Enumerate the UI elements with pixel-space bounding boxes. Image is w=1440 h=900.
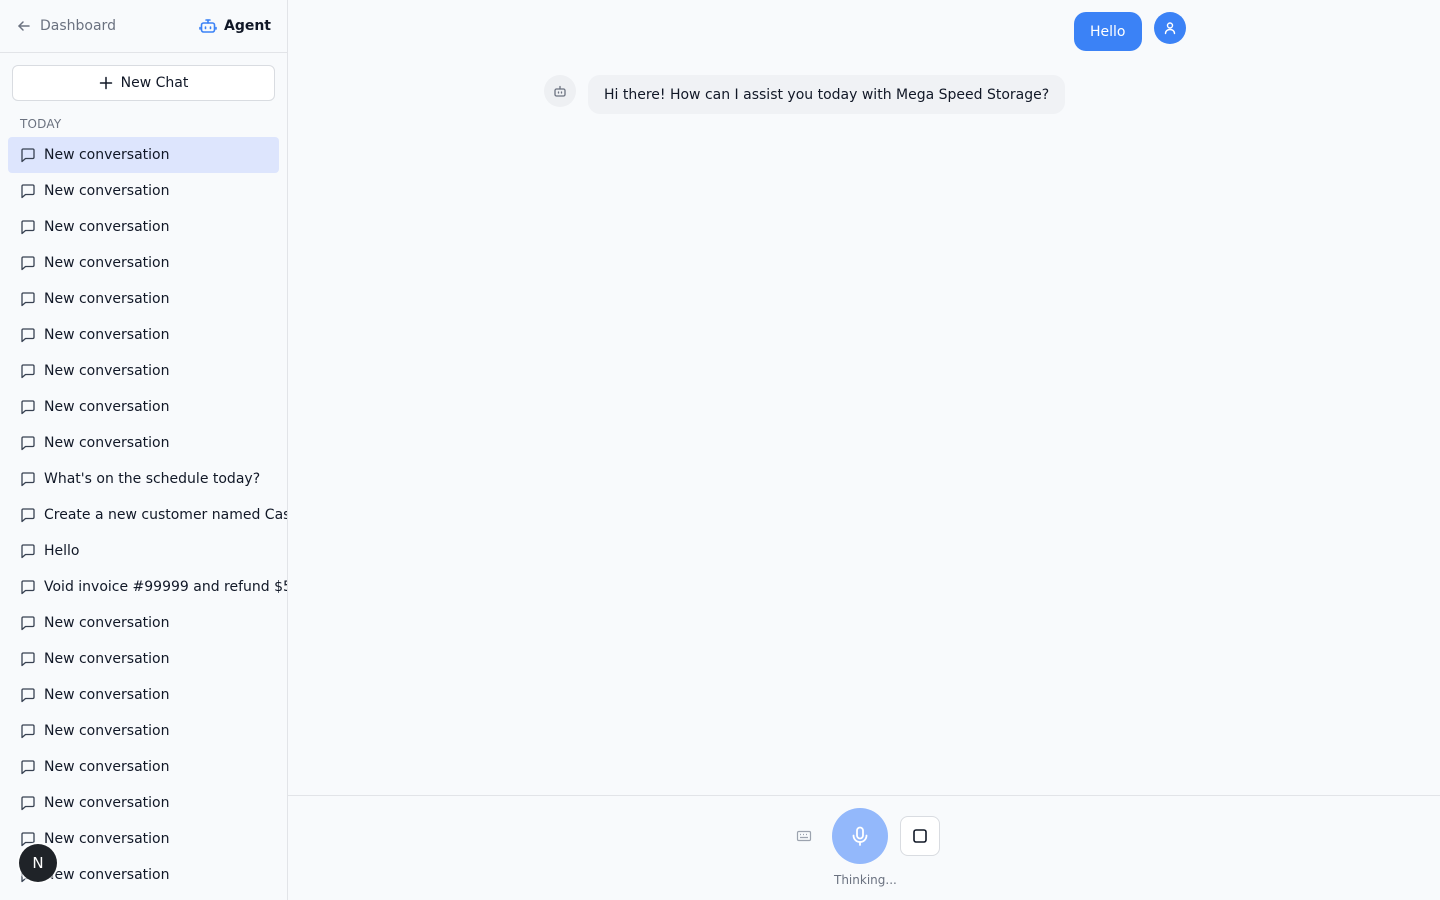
bot-icon: [199, 19, 217, 33]
conversation-label: New conversation: [44, 291, 170, 307]
voice-controls: [788, 808, 940, 864]
conversation-label: New conversation: [44, 615, 170, 631]
conversation-label: What's on the schedule today?: [44, 471, 261, 487]
back-link-label: Dashboard: [40, 18, 116, 34]
sidebar-conversation-item[interactable]: New conversation: [8, 173, 287, 209]
sidebar-conversation-item[interactable]: New conversation: [8, 749, 287, 785]
message-square-icon: [20, 615, 36, 631]
message-square-icon: [20, 183, 36, 199]
message-square-icon: [20, 579, 36, 595]
app-title-label: Agent: [223, 18, 271, 34]
sidebar-header: Dashboard Agent: [0, 0, 287, 53]
app-title: Agent: [199, 17, 271, 35]
microphone-icon: [852, 826, 868, 846]
bot-icon: [554, 85, 566, 97]
back-to-dashboard-link[interactable]: Dashboard: [16, 18, 116, 34]
conversation-label: New conversation: [44, 147, 170, 163]
conversation-label: Create a new customer named Case: [44, 507, 288, 523]
conversation-label: New conversation: [44, 255, 170, 271]
sidebar: Dashboard Agent New Chat TODAY New conve…: [0, 0, 288, 900]
keyboard-toggle-button[interactable]: [788, 820, 820, 852]
conversation-label: New conversation: [44, 687, 170, 703]
sidebar-conversation-item[interactable]: New conversation: [8, 353, 287, 389]
sidebar-conversation-item[interactable]: New conversation: [8, 389, 287, 425]
user-avatar: [1153, 12, 1186, 44]
message-square-icon: [20, 147, 36, 163]
sidebar-conversation-item[interactable]: New conversation: [8, 245, 287, 281]
sidebar-conversation-item[interactable]: What's on the schedule today?: [8, 461, 287, 497]
user-message: Hello: [1074, 12, 1186, 51]
arrow-left-icon: [18, 21, 30, 31]
conversation-label: New conversation: [44, 327, 170, 343]
conversation-label: New conversation: [44, 867, 170, 883]
stop-icon: [913, 829, 927, 843]
message-square-icon: [20, 363, 36, 379]
user-initial: N: [32, 854, 44, 872]
keyboard-icon: [796, 830, 812, 842]
user-message-bubble: Hello: [1074, 12, 1142, 51]
plus-icon: [99, 76, 112, 90]
sidebar-conversation-item[interactable]: New conversation: [8, 209, 287, 245]
sidebar-conversation-item[interactable]: New conversation: [8, 425, 287, 461]
message-square-icon: [20, 759, 36, 775]
conversation-label: New conversation: [44, 399, 170, 415]
section-label-today: TODAY: [20, 117, 62, 131]
conversation-label: Void invoice #99999 and refund $50: [44, 579, 288, 595]
conversation-label: New conversation: [44, 759, 170, 775]
sidebar-conversation-item[interactable]: New conversation: [8, 137, 279, 173]
message-square-icon: [20, 471, 36, 487]
stop-button[interactable]: [900, 816, 940, 856]
conversation-label: New conversation: [44, 723, 170, 739]
voice-status-text: Thinking...: [834, 873, 897, 887]
message-square-icon: [20, 435, 36, 451]
new-chat-button[interactable]: New Chat: [12, 65, 275, 101]
sidebar-conversation-item[interactable]: Create a new customer named Case: [8, 497, 288, 533]
sidebar-conversation-item[interactable]: Hello: [8, 533, 287, 569]
user-avatar-button[interactable]: N: [19, 844, 57, 882]
conversation-label: New conversation: [44, 831, 170, 847]
sidebar-conversation-item[interactable]: New conversation: [8, 713, 287, 749]
conversation-label: New conversation: [44, 183, 170, 199]
voice-control-bar: Thinking...: [288, 795, 1440, 900]
assistant-message: Hi there! How can I assist you today wit…: [544, 75, 1066, 114]
conversation-list: New conversation New conversation New conv…: [8, 137, 288, 893]
conversation-label: New conversation: [44, 795, 170, 811]
new-chat-label: New Chat: [120, 75, 189, 91]
message-square-icon: [20, 723, 36, 739]
message-square-icon: [20, 687, 36, 703]
conversation-label: Hello: [44, 543, 80, 559]
message-square-icon: [20, 399, 36, 415]
user-icon: [1164, 22, 1175, 35]
conversation-label: New conversation: [44, 651, 170, 667]
sidebar-conversation-item[interactable]: New conversation: [8, 677, 287, 713]
conversation-label: New conversation: [44, 435, 170, 451]
sidebar-conversation-item[interactable]: New conversation: [8, 317, 287, 353]
sidebar-conversation-item[interactable]: New conversation: [8, 785, 287, 821]
sidebar-conversation-item[interactable]: New conversation: [8, 281, 287, 317]
sidebar-conversation-item[interactable]: New conversation: [8, 641, 287, 677]
chat-main: Hello Hi there! How can I assist you tod…: [288, 0, 1440, 900]
message-square-icon: [20, 291, 36, 307]
conversation-label: New conversation: [44, 219, 170, 235]
message-square-icon: [20, 327, 36, 343]
message-square-icon: [20, 651, 36, 667]
message-square-icon: [20, 543, 36, 559]
message-square-icon: [20, 507, 36, 523]
assistant-message-bubble: Hi there! How can I assist you today wit…: [588, 75, 1066, 114]
assistant-avatar: [544, 75, 576, 107]
sidebar-conversation-item[interactable]: New conversation: [8, 605, 287, 641]
message-square-icon: [20, 795, 36, 811]
message-square-icon: [20, 219, 36, 235]
microphone-button[interactable]: [832, 808, 888, 864]
conversation-label: New conversation: [44, 363, 170, 379]
sidebar-conversation-item[interactable]: Void invoice #99999 and refund $50: [8, 569, 288, 605]
message-square-icon: [20, 255, 36, 271]
